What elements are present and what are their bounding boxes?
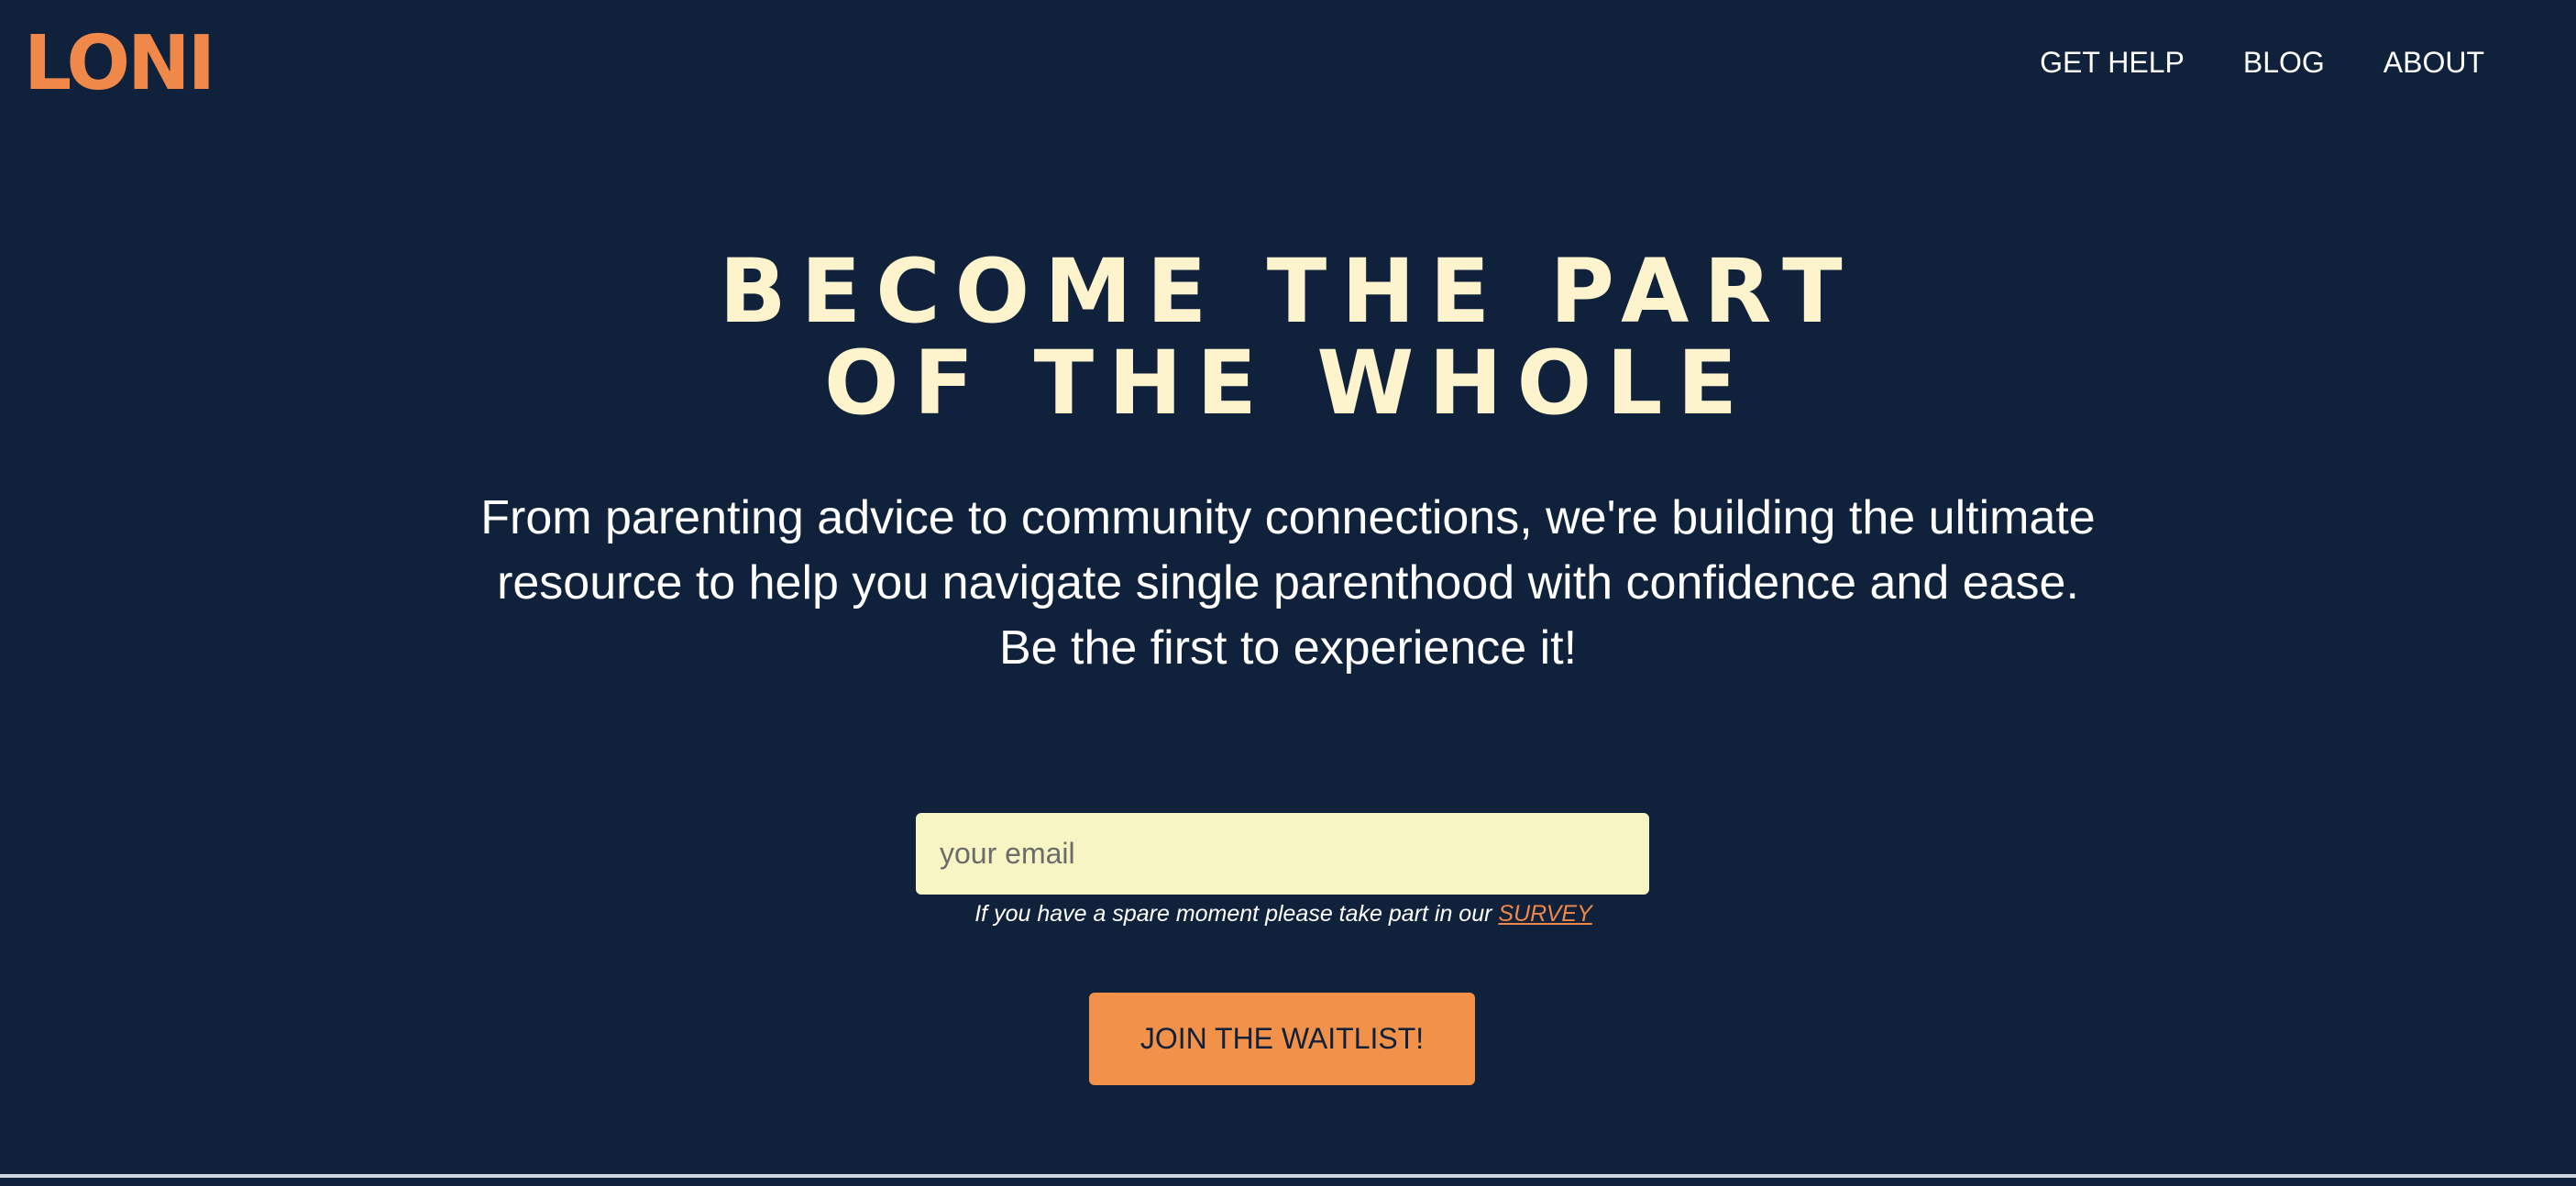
- hero-title: BECOME THE PART OF THE WHOLE: [0, 246, 2576, 429]
- join-waitlist-button[interactable]: JOIN THE WAITLIST!: [1089, 993, 1475, 1085]
- survey-note-text: If you have a spare moment please take p…: [974, 901, 1499, 927]
- email-input[interactable]: [916, 813, 1649, 895]
- bottom-divider: [0, 1174, 2576, 1178]
- hero-title-line-1: BECOME THE PART: [719, 240, 1857, 343]
- nav-blog[interactable]: BLOG: [2243, 44, 2325, 81]
- logo[interactable]: LONI: [24, 18, 215, 110]
- survey-note: If you have a spare moment please take p…: [0, 898, 2567, 929]
- hero-subtitle: From parenting advice to community conne…: [480, 491, 2096, 675]
- site-header: LONI GET HELP BLOG ABOUT: [0, 0, 2576, 128]
- nav-about[interactable]: ABOUT: [2383, 44, 2484, 81]
- nav-get-help[interactable]: GET HELP: [2040, 44, 2185, 81]
- survey-link[interactable]: SURVEY: [1498, 901, 1591, 927]
- hero-title-line-2: OF THE WHOLE: [823, 332, 1753, 434]
- main-nav: GET HELP BLOG ABOUT: [2040, 44, 2484, 81]
